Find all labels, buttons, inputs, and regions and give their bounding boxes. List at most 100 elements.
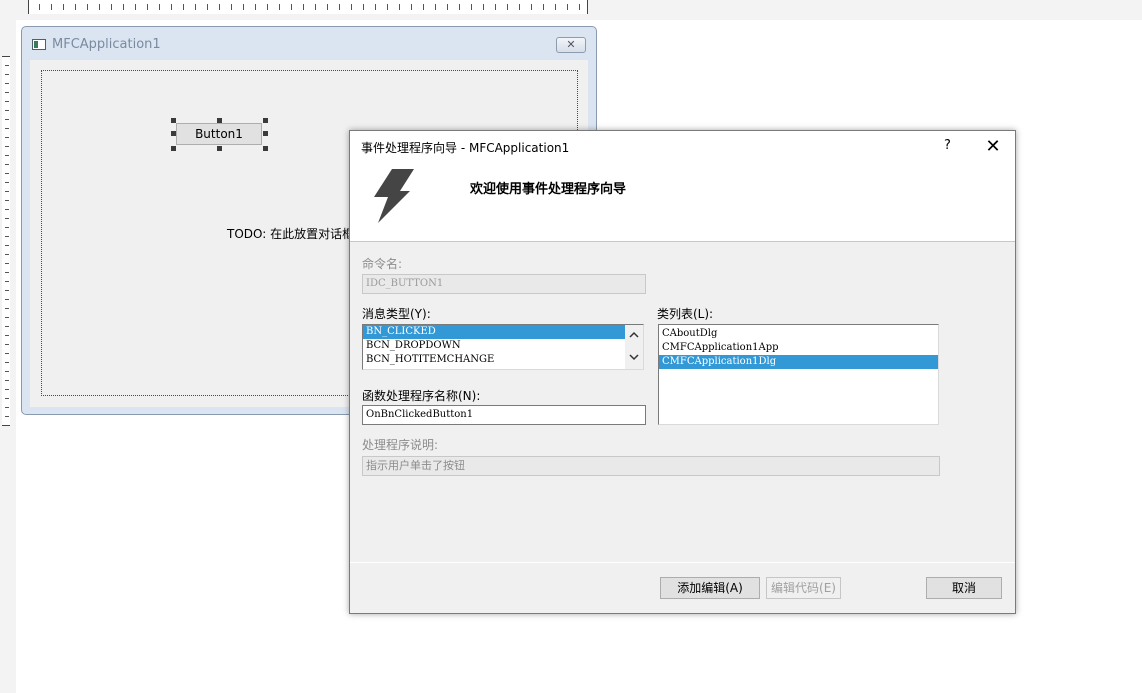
ruler-tick [5,191,9,192]
ruler-tick [459,4,460,10]
resize-handle-se[interactable] [263,146,268,151]
message-type-item[interactable]: BN_CLICKED [363,325,625,339]
ruler-tick [159,4,160,10]
ruler-tick [147,4,148,10]
ruler-tick [255,4,256,10]
event-handler-wizard-dialog: 事件处理程序向导 - MFCApplication1 ? ✕ 欢迎使用事件处理程… [349,130,1016,614]
ruler-tick [5,218,9,219]
ruler-tick [5,164,9,165]
add-edit-button[interactable]: 添加编辑(A) [660,577,760,599]
class-list-label: 类列表(L): [657,307,714,321]
ruler-tick [5,290,9,291]
ruler-tick [267,4,268,10]
design-button1[interactable]: Button1 [176,123,262,145]
ruler-tick [339,4,340,10]
class-list-item[interactable]: CMFCApplication1App [659,341,938,355]
class-list-item[interactable]: CAboutDlg [659,327,938,341]
mfc-close-button[interactable]: ✕ [556,37,586,53]
ruler-tick [519,4,520,10]
ruler-tick [5,416,9,417]
ruler-tick [5,83,9,84]
ruler-tick [5,335,9,336]
ruler-tick [39,4,40,10]
left-ruler-bar [2,56,10,426]
ruler-tick [5,281,9,282]
ruler-tick [5,308,9,309]
help-button[interactable]: ? [944,138,951,153]
ruler-tick [5,272,9,273]
ruler-tick [87,4,88,10]
ruler-tick [123,4,124,10]
ruler-tick [5,101,9,102]
resize-handle-ne[interactable] [263,118,268,123]
ruler-tick [303,4,304,10]
ruler-tick [5,173,9,174]
ruler-tick [5,344,9,345]
resize-handle-n[interactable] [217,118,222,123]
resize-handle-sw[interactable] [171,146,176,151]
mfc-dialog-title: MFCApplication1 [52,37,161,52]
ruler-tick [135,4,136,10]
ruler-tick [5,398,9,399]
ruler-tick [5,182,9,183]
ruler-tick [243,4,244,10]
edit-code-button[interactable]: 编辑代码(E) [766,577,841,599]
class-list-item[interactable]: CMFCApplication1Dlg [659,355,938,369]
ruler-tick [207,4,208,10]
ruler-tick [5,74,9,75]
wizard-title: 事件处理程序向导 - MFCApplication1 [361,141,570,155]
ruler-tick [5,389,9,390]
scroll-down-icon[interactable] [629,352,639,362]
ruler-tick [231,4,232,10]
close-icon[interactable]: ✕ [984,136,1002,157]
ruler-tick [543,4,544,10]
ruler-tick [567,4,568,10]
ruler-tick [5,371,9,372]
ruler-tick [387,4,388,10]
ruler-tick [75,4,76,10]
ruler-tick [195,4,196,10]
ruler-tick [327,4,328,10]
ruler-tick [279,4,280,10]
ruler-tick [507,4,508,10]
ruler-tick [5,137,9,138]
todo-static-text[interactable]: TODO: 在此放置对话框 [227,225,354,242]
ruler-tick [531,4,532,10]
ruler-tick [435,4,436,10]
message-type-scrollbar[interactable] [625,325,643,369]
ruler-tick [291,4,292,10]
ruler-tick [471,4,472,10]
footer-separator [350,562,1015,563]
command-name-label: 命令名: [362,257,403,271]
resize-handle-e[interactable] [263,131,268,136]
ruler-tick [5,200,9,201]
lightning-bolt-icon [372,169,416,226]
cancel-button[interactable]: 取消 [926,577,1002,599]
ruler-tick [5,317,9,318]
function-name-input[interactable]: OnBnClickedButton1 [362,405,646,425]
ruler-tick [51,4,52,10]
top-ruler-bar [28,0,588,14]
ruler-tick [411,4,412,10]
message-type-label: 消息类型(Y): [362,307,431,321]
ruler-tick [5,227,9,228]
ruler-tick [99,4,100,10]
ruler-tick [5,119,9,120]
ruler-tick [579,4,580,10]
class-list[interactable]: CAboutDlg CMFCApplication1App CMFCApplic… [658,324,939,425]
resize-handle-w[interactable] [171,131,176,136]
ruler-tick [5,299,9,300]
ruler-tick [483,4,484,10]
ruler-tick [5,128,9,129]
message-type-item[interactable]: BCN_DROPDOWN [363,339,643,353]
ruler-tick [363,4,364,10]
ruler-tick [5,407,9,408]
resize-handle-s[interactable] [217,146,222,151]
handler-description-label: 处理程序说明: [362,438,439,452]
top-ruler [0,0,1142,20]
message-type-list[interactable]: BN_CLICKED BCN_DROPDOWN BCN_HOTITEMCHANG… [362,324,644,370]
message-type-item[interactable]: BCN_HOTITEMCHANGE [363,353,643,367]
scroll-up-icon[interactable] [629,330,639,340]
ruler-tick [5,209,9,210]
resize-handle-nw[interactable] [171,118,176,123]
